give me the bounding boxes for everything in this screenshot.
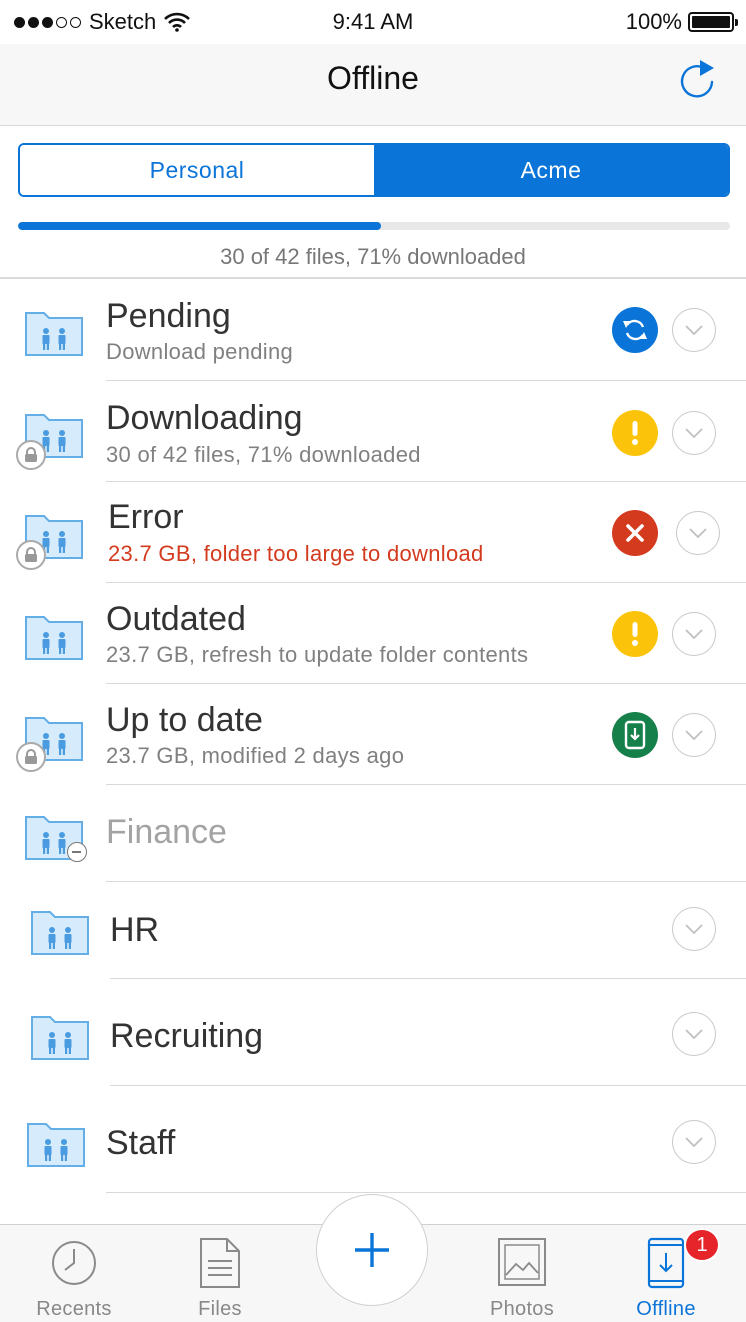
chevron-down-icon — [685, 730, 703, 741]
segment-personal[interactable]: Personal — [20, 145, 374, 195]
refresh-button[interactable] — [674, 56, 720, 102]
refresh-icon — [680, 60, 714, 98]
page-title: Offline — [327, 60, 419, 96]
offline-ready-status-icon — [612, 712, 658, 758]
status-bar: Sketch 9:41 AM 100% — [0, 0, 746, 44]
lock-icon — [16, 742, 46, 772]
expand-chevron-button[interactable] — [672, 612, 716, 656]
list-item-hr[interactable]: HR — [0, 882, 746, 979]
download-progress-fill — [18, 222, 382, 230]
chevron-down-icon — [689, 528, 707, 539]
tab-recents[interactable]: Recents — [14, 1237, 134, 1321]
document-icon — [200, 1238, 240, 1288]
row-subtitle: Download pending — [106, 339, 294, 364]
chevron-down-icon — [685, 1029, 703, 1040]
tab-files[interactable]: Files — [160, 1237, 280, 1321]
row-subtitle-error: 23.7 GB, folder too large to download — [108, 541, 484, 566]
shared-folder-icon — [31, 1016, 89, 1060]
tab-label: Recents — [36, 1298, 112, 1320]
tab-label: Offline — [636, 1298, 696, 1320]
expand-chevron-button[interactable] — [672, 907, 716, 951]
row-title: Staff — [106, 1124, 176, 1162]
notification-badge: 1 — [684, 1228, 720, 1262]
expand-chevron-button[interactable] — [672, 1012, 716, 1056]
photo-icon — [498, 1238, 546, 1286]
row-title: Recruiting — [110, 1017, 264, 1055]
sync-status-icon — [612, 307, 658, 353]
list-item-downloading[interactable]: Downloading 30 of 42 files, 71% download… — [0, 381, 746, 482]
chevron-down-icon — [685, 325, 703, 336]
account-segmented-control: Personal Acme — [18, 143, 730, 197]
tab-label: Files — [198, 1298, 242, 1320]
row-title-disabled: Finance — [106, 813, 227, 851]
expand-chevron-button[interactable] — [672, 1120, 716, 1164]
chevron-down-icon — [685, 924, 703, 935]
nav-bar: Offline — [0, 44, 746, 126]
list-item-finance[interactable]: Finance — [0, 785, 746, 882]
list-item-outdated[interactable]: Outdated 23.7 GB, refresh to update fold… — [0, 583, 746, 684]
list-item-recruiting[interactable]: Recruiting — [0, 979, 746, 1086]
expand-chevron-button[interactable] — [672, 713, 716, 757]
row-title: Outdated — [106, 600, 246, 638]
row-title: Up to date — [106, 701, 263, 739]
chevron-down-icon — [685, 1137, 703, 1148]
expand-chevron-button[interactable] — [672, 308, 716, 352]
row-subtitle: 23.7 GB, modified 2 days ago — [106, 743, 405, 768]
lock-icon — [16, 540, 46, 570]
shared-folder-icon — [31, 911, 89, 955]
battery-percent: 100% — [625, 9, 682, 34]
row-subtitle: 23.7 GB, refresh to update folder conten… — [106, 642, 529, 667]
chevron-down-icon — [685, 428, 703, 439]
shared-folder-icon — [25, 616, 83, 660]
row-title: Downloading — [106, 399, 303, 437]
list-item-staff[interactable]: Staff — [0, 1086, 746, 1193]
lock-icon — [16, 440, 46, 470]
error-status-icon — [612, 510, 658, 556]
add-button[interactable] — [316, 1194, 428, 1306]
download-progress-text: 30 of 42 files, 71% downloaded — [220, 244, 526, 269]
list-item-error[interactable]: Error 23.7 GB, folder too large to downl… — [0, 482, 746, 583]
warning-status-icon — [612, 410, 658, 456]
plus-icon — [355, 1233, 389, 1267]
download-progress-bar — [18, 222, 730, 230]
list-item-pending[interactable]: Pending Download pending — [0, 279, 746, 381]
clock-icon — [52, 1241, 96, 1285]
row-subtitle: 30 of 42 files, 71% downloaded — [106, 442, 421, 467]
expand-chevron-button[interactable] — [676, 511, 720, 555]
expand-chevron-button[interactable] — [672, 411, 716, 455]
battery-icon — [688, 12, 738, 32]
list-item-up-to-date[interactable]: Up to date 23.7 GB, modified 2 days ago — [0, 684, 746, 785]
tab-photos[interactable]: Photos — [462, 1237, 582, 1321]
row-title: Error — [108, 498, 184, 536]
shared-folder-icon — [27, 1123, 85, 1167]
removed-badge-icon — [67, 842, 87, 862]
warning-status-icon — [612, 611, 658, 657]
shared-folder-icon — [25, 312, 83, 356]
row-title: HR — [110, 911, 160, 949]
chevron-down-icon — [685, 629, 703, 640]
row-title: Pending — [106, 297, 231, 335]
segment-acme[interactable]: Acme — [374, 145, 728, 195]
status-right: 100% — [625, 9, 738, 35]
tab-label: Photos — [489, 1298, 555, 1320]
